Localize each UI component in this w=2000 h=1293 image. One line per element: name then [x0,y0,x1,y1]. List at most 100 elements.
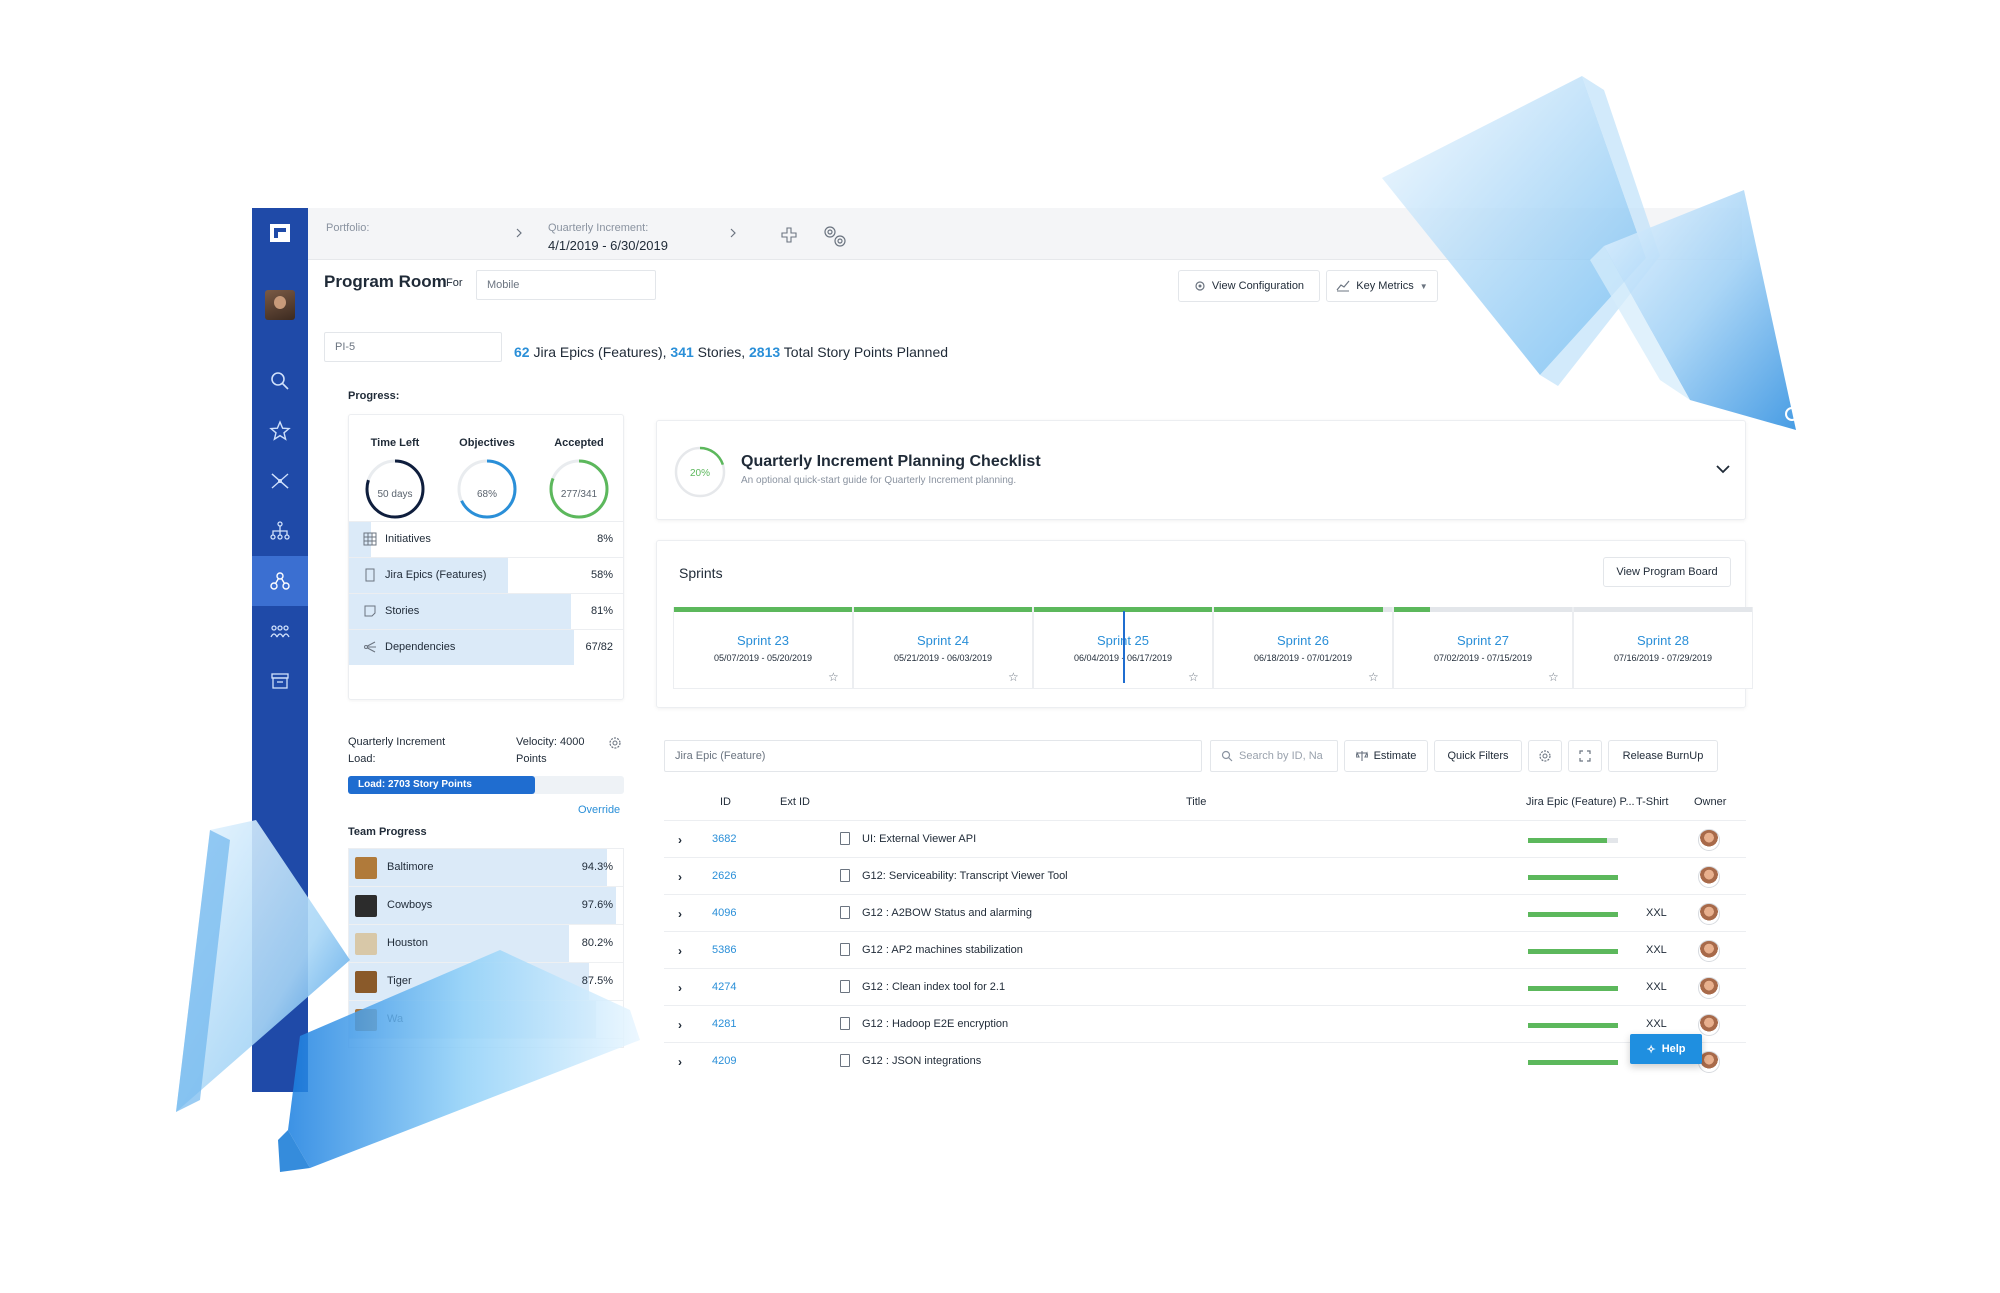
sprint-name[interactable]: Sprint 27 [1394,633,1572,648]
expand-row-icon[interactable]: › [678,944,682,958]
quick-filters-button[interactable]: Quick Filters [1434,740,1522,772]
page-title: Program Room [324,272,447,291]
col-id[interactable]: ID [720,796,731,808]
star-icon[interactable]: ☆ [1368,670,1379,684]
gauge-time-left: Time Left 50 days [349,415,441,521]
sprint-name[interactable]: Sprint 28 [1574,633,1752,648]
sprint-card[interactable]: Sprint 28 07/16/2019 - 07/29/2019 [1573,607,1753,689]
view-configuration-button[interactable]: View Configuration [1178,270,1320,302]
progress-card: Time Left 50 days Objectives 68% Accepted 277… [348,414,624,700]
col-ext-id[interactable]: Ext ID [780,796,810,808]
team-avatar [355,933,377,955]
expand-icon [1579,750,1591,762]
type-filter-input[interactable]: Jira Epic (Feature) [664,740,1202,772]
stage: Portfolio: Quarterly Increment: 4/1/2019… [0,0,2000,1293]
chevron-down-icon[interactable] [1715,463,1731,475]
estimate-button[interactable]: Estimate [1344,740,1428,772]
key-metrics-button[interactable]: Key Metrics ▼ [1326,270,1438,302]
type-filter-value: Jira Epic (Feature) [675,750,766,762]
archive-icon[interactable] [252,656,308,706]
points-text: Total Story Points Planned [780,344,949,360]
row-id-link[interactable]: 4281 [712,1018,736,1030]
star-icon[interactable] [252,406,308,456]
override-link[interactable]: Override [578,804,620,816]
expand-row-icon[interactable]: › [678,1018,682,1032]
program-select[interactable]: Mobile [476,270,656,300]
search-input[interactable]: Search by ID, Na [1210,740,1338,772]
network-icon[interactable] [252,456,308,506]
hierarchy-icon[interactable] [252,506,308,556]
star-icon[interactable]: ☆ [1548,670,1559,684]
people-icon[interactable] [252,606,308,656]
search-icon[interactable] [252,356,308,406]
sprint-name[interactable]: Sprint 24 [854,633,1032,648]
row-progress-fill [1528,986,1618,991]
col-title[interactable]: Title [1186,796,1206,808]
row-id-link[interactable]: 4274 [712,981,736,993]
sprint-name[interactable]: Sprint 26 [1214,633,1392,648]
sprint-card[interactable]: Sprint 23 05/07/2019 - 05/20/2019 ☆ [673,607,853,689]
row-id-link[interactable]: 3682 [712,833,736,845]
release-burnup-button[interactable]: Release BurnUp [1608,740,1718,772]
gears-icon[interactable] [820,222,850,250]
team-row[interactable]: Houston 80.2% [349,925,623,963]
team-row[interactable]: Cowboys 97.6% [349,887,623,925]
add-icon[interactable] [780,226,798,244]
progress-row-label: Initiatives [385,533,431,545]
view-program-board-button[interactable]: View Program Board [1603,557,1731,587]
star-icon[interactable]: ☆ [1188,670,1199,684]
expand-row-icon[interactable]: › [678,833,682,847]
owner-avatar[interactable] [1698,829,1720,851]
table-row[interactable]: › 2626 G12: Serviceability: Transcript Vie… [664,857,1746,894]
progress-row[interactable]: Jira Epics (Features) 58% [349,557,623,593]
table-row[interactable]: › 4281 G12 : Hadoop E2E encryption XXL [664,1005,1746,1042]
fullscreen-button[interactable] [1568,740,1602,772]
help-button[interactable]: ✧ Help [1630,1034,1702,1064]
table-row[interactable]: › 3682 UI: External Viewer API [664,820,1746,857]
expand-row-icon[interactable]: › [678,907,682,921]
progress-row[interactable]: Stories 81% [349,593,623,629]
star-icon[interactable]: ☆ [1008,670,1019,684]
row-id-link[interactable]: 4209 [712,1055,736,1067]
col-owner[interactable]: Owner [1694,796,1726,808]
program-room-icon[interactable] [252,556,308,606]
document-icon [365,568,375,582]
owner-avatar[interactable] [1698,866,1720,888]
expand-row-icon[interactable]: › [678,1055,682,1069]
team-row-fill [349,925,569,962]
sprint-card[interactable]: Sprint 26 06/18/2019 - 07/01/2019 ☆ [1213,607,1393,689]
sprint-name[interactable]: Sprint 23 [674,633,852,648]
user-avatar[interactable] [265,290,295,320]
pi-select[interactable]: PI-5 [324,332,502,362]
table-settings-button[interactable] [1528,740,1562,772]
table-row[interactable]: ›4209G12 : JSON integrationsXXL [664,1042,1746,1079]
planning-checklist-card[interactable]: 20% Quarterly Increment Planning Checkli… [656,420,1746,520]
table-row[interactable]: › 4096 G12 : A2BOW Status and alarming XXL [664,894,1746,931]
owner-avatar[interactable] [1698,1014,1720,1036]
table-row[interactable]: › 4274 G12 : Clean index tool for 2.1 XXL [664,968,1746,1005]
expand-row-icon[interactable]: › [678,981,682,995]
gear-icon[interactable] [608,736,622,750]
team-row[interactable]: Baltimore 94.3% [349,849,623,887]
star-icon[interactable]: ☆ [828,670,839,684]
team-row[interactable]: Tiger 87.5% [349,963,623,1001]
row-id-link[interactable]: 5386 [712,944,736,956]
sprint-card[interactable]: Sprint 27 07/02/2019 - 07/15/2019 ☆ [1393,607,1573,689]
sprint-card[interactable]: Sprint 24 05/21/2019 - 06/03/2019 ☆ [853,607,1033,689]
table-row[interactable]: › 5386 G12 : AP2 machines stabilization XXL [664,931,1746,968]
expand-row-icon[interactable]: › [678,870,682,884]
progress-label: Progress: [348,390,400,402]
team-row[interactable]: Wa [349,1001,623,1039]
progress-row[interactable]: Initiatives 8% [349,521,623,557]
row-id-link[interactable]: 4096 [712,907,736,919]
checklist-progress-ring: 20% [674,446,726,498]
qi-value[interactable]: 4/1/2019 - 6/30/2019 [548,238,668,253]
search-placeholder: Search by ID, Na [1239,750,1323,762]
owner-avatar[interactable] [1698,977,1720,999]
owner-avatar[interactable] [1698,903,1720,925]
col-progress[interactable]: Jira Epic (Feature) P... [1526,796,1635,808]
progress-row[interactable]: Dependencies 67/82 [349,629,623,665]
row-id-link[interactable]: 2626 [712,870,736,882]
owner-avatar[interactable] [1698,940,1720,962]
col-tshirt[interactable]: T-Shirt [1636,796,1668,808]
